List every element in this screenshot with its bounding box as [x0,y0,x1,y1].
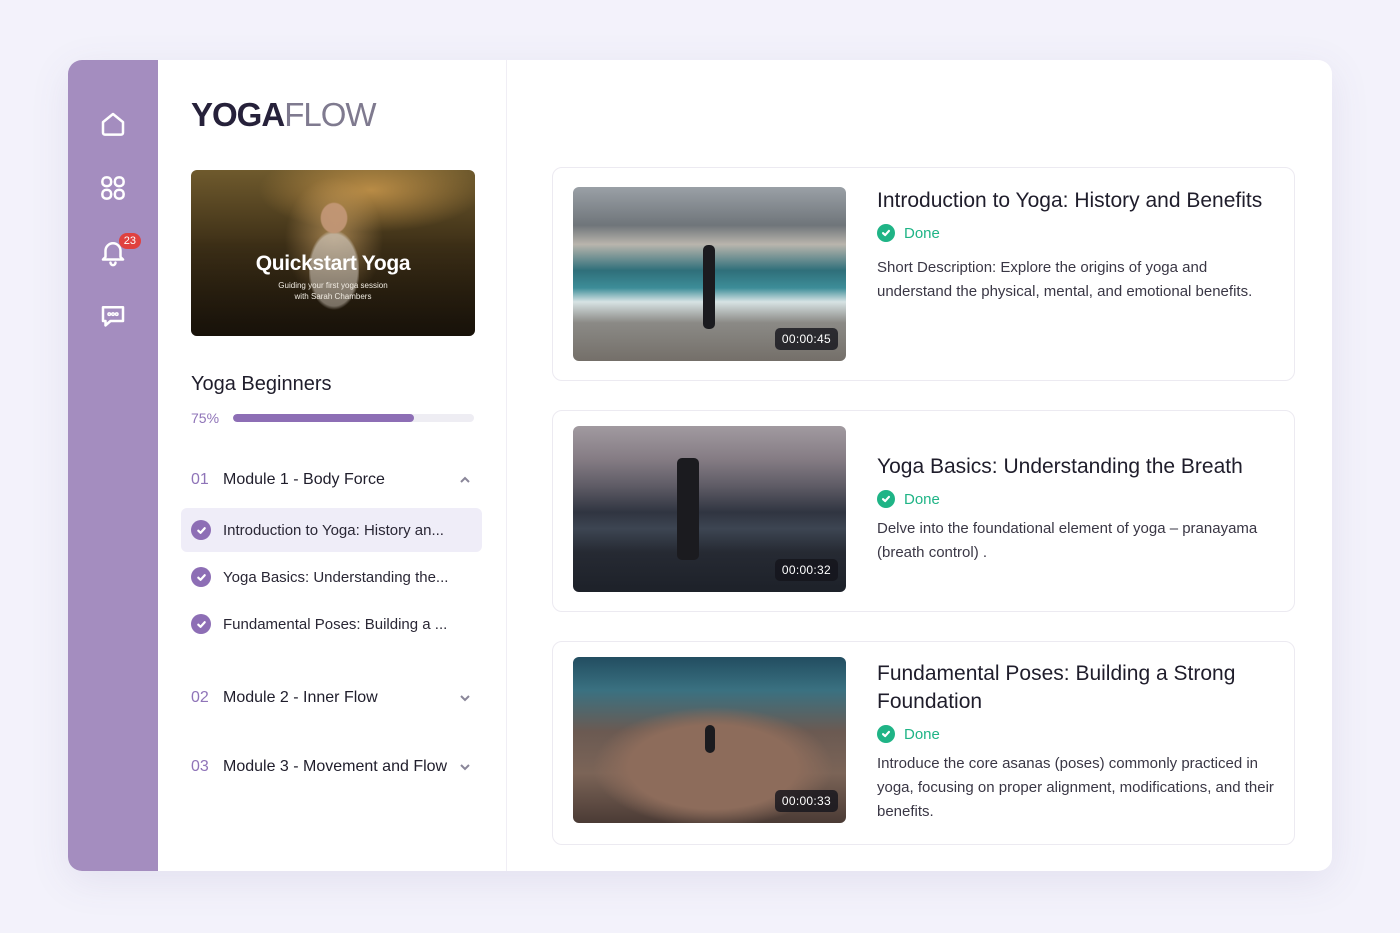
rail-chat-button[interactable] [93,296,133,336]
lesson-item[interactable]: Fundamental Poses: Building a ... [181,602,482,646]
status-text: Done [904,490,940,508]
status-badge: Done [877,224,1274,242]
check-icon [191,520,211,540]
yoga-person-image [705,725,715,753]
lesson-name: Introduction to Yoga: History an... [223,521,444,539]
lesson-item[interactable]: Introduction to Yoga: History an... [181,508,482,552]
module-number: 01 [191,471,209,488]
check-icon [191,567,211,587]
check-icon [191,614,211,634]
module-3-header[interactable]: 03 Module 3 - Movement and Flow [191,755,474,779]
module-name: Module 3 - Movement and Flow [223,758,448,775]
chevron-down-icon[interactable] [458,691,472,705]
video-title: Fundamental Poses: Building a Strong Fou… [877,662,1236,713]
lesson-item[interactable]: Yoga Basics: Understanding the... [181,555,482,599]
grid-icon [101,176,125,200]
yoga-person-image [703,245,715,329]
video-card[interactable]: 00:00:45 Introduction to Yoga: History a… [552,167,1295,381]
status-badge: Done [877,490,1274,508]
module-number: 02 [191,689,209,706]
module-2-header[interactable]: 02 Module 2 - Inner Flow [191,686,474,710]
module-number: 03 [191,758,209,775]
icon-rail: 23 [68,60,158,871]
check-circle-icon [877,490,895,508]
logo-bold-text: YOGA [191,96,285,133]
notification-badge: 23 [118,233,141,249]
video-title: Yoga Basics: Understanding the Breath [877,455,1243,478]
video-duration: 00:00:32 [774,559,838,581]
video-duration: 00:00:33 [774,790,838,812]
hero-subtitle: Guiding your first yoga session with Sar… [278,281,388,301]
lesson-name: Fundamental Poses: Building a ... [223,615,448,633]
chevron-up-icon[interactable] [458,473,472,487]
status-text: Done [904,725,940,743]
course-hero-image[interactable]: Quickstart Yoga Guiding your first yoga … [191,170,475,336]
video-thumbnail[interactable]: 00:00:33 [573,657,846,823]
module-name: Module 2 - Inner Flow [223,689,378,706]
hero-title: Quickstart Yoga [255,252,411,275]
video-description: Introduce the core asanas (poses) common… [877,755,1274,820]
progress-fill [233,414,414,422]
video-description: Short Description: Explore the origins o… [877,259,1253,300]
course-progress: 75% [191,410,474,426]
home-icon [101,112,125,136]
video-list: 00:00:45 Introduction to Yoga: History a… [507,60,1332,871]
progress-bar [233,414,474,422]
check-circle-icon [877,725,895,743]
video-thumbnail[interactable]: 00:00:45 [573,187,846,361]
video-title: Introduction to Yoga: History and Benefi… [877,189,1263,212]
chat-icon [101,306,125,327]
app-window: 23 YOGA FLOW Quickstart Yoga Guiding your… [68,60,1332,871]
lesson-name: Yoga Basics: Understanding the... [223,568,449,586]
module-1-lessons: Introduction to Yoga: History an... Yoga… [181,508,482,646]
video-description: Delve into the foundational element of y… [877,520,1258,561]
module-1-header[interactable]: 01 Module 1 - Body Force [191,468,474,492]
status-badge: Done [877,725,1274,743]
course-title: Yoga Beginners [191,373,332,395]
rail-home-button[interactable] [93,104,133,144]
video-info: Introduction to Yoga: History and Benefi… [846,187,1274,361]
check-circle-icon [877,224,895,242]
progress-percent: 75% [191,410,220,426]
status-text: Done [904,224,940,242]
logo-light-text: FLOW [284,96,376,133]
video-card[interactable]: 00:00:33 Fundamental Poses: Building a S… [552,641,1295,845]
module-name: Module 1 - Body Force [223,471,385,488]
video-info: Fundamental Poses: Building a Strong Fou… [846,657,1274,824]
course-sidebar: YOGA FLOW Quickstart Yoga Guiding your fi… [158,60,507,871]
video-card[interactable]: 00:00:32 Yoga Basics: Understanding the … [552,410,1295,612]
video-duration: 00:00:45 [774,328,838,350]
rail-grid-button[interactable] [93,168,133,208]
app-logo[interactable]: YOGA FLOW [191,96,474,133]
video-thumbnail[interactable]: 00:00:32 [573,426,846,592]
chevron-down-icon[interactable] [458,760,472,774]
video-info: Yoga Basics: Understanding the Breath Do… [846,426,1274,592]
yoga-person-image [677,458,699,560]
rail-notifications-button[interactable]: 23 [93,232,141,272]
